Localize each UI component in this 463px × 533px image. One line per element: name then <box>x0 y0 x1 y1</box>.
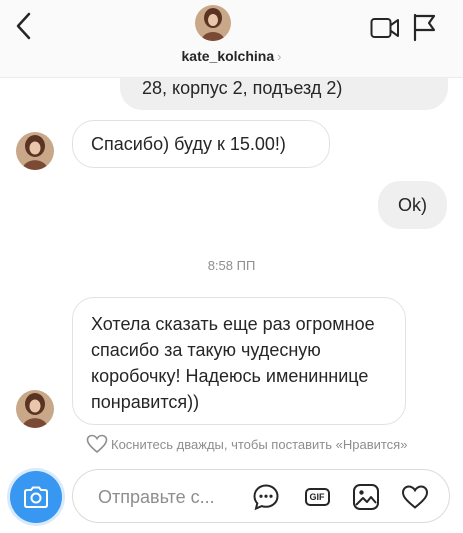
like-button[interactable] <box>400 481 430 513</box>
more-options-button[interactable] <box>251 481 281 513</box>
camera-icon <box>24 486 48 508</box>
heart-outline-icon <box>86 434 108 454</box>
sender-avatar[interactable] <box>16 132 54 170</box>
incoming-message[interactable]: Спасибо) буду к 15.00!) <box>72 120 330 168</box>
report-flag-button[interactable] <box>411 12 437 42</box>
username-link[interactable]: kate_kolchina › <box>0 48 463 64</box>
message-thread[interactable]: 28, корпус 2, подъезд 2) Спасибо) буду к… <box>0 78 463 455</box>
message-text: Ok) <box>398 195 427 215</box>
username: kate_kolchina <box>181 48 275 64</box>
outgoing-message[interactable]: 28, корпус 2, подъезд 2) <box>120 78 448 110</box>
like-hint-text: Коснитесь дважды, чтобы поставить «Нрави… <box>111 436 408 452</box>
heart-icon <box>401 485 429 509</box>
message-input[interactable] <box>98 483 248 511</box>
back-button[interactable] <box>10 10 38 42</box>
more-icon <box>253 484 279 511</box>
outgoing-message[interactable]: Ok) <box>378 181 447 229</box>
message-text: Хотела сказать еще раз огромное спасибо … <box>91 314 375 412</box>
chat-header: kate_kolchina › <box>0 0 463 78</box>
gif-icon: GIF <box>304 488 330 506</box>
message-text: Спасибо) буду к 15.00!) <box>91 134 286 154</box>
message-timestamp: 8:58 ПП <box>207 258 256 273</box>
sender-avatar[interactable] <box>16 390 54 428</box>
camera-button[interactable] <box>10 471 62 523</box>
flag-icon <box>413 13 436 42</box>
message-composer: GIF <box>72 469 450 523</box>
image-picker-button[interactable] <box>351 481 381 513</box>
incoming-message[interactable]: Хотела сказать еще раз огромное спасибо … <box>72 297 406 425</box>
video-call-icon <box>370 18 399 38</box>
header-avatar[interactable] <box>195 5 231 41</box>
image-icon <box>353 484 379 510</box>
gif-button[interactable]: GIF <box>302 481 332 513</box>
message-text: 28, корпус 2, подъезд 2) <box>142 78 343 98</box>
chevron-right-icon: › <box>277 49 282 64</box>
double-tap-like-hint: Коснитесь дважды, чтобы поставить «Нрави… <box>86 434 407 454</box>
video-call-button[interactable] <box>370 15 400 41</box>
chevron-left-icon <box>16 12 31 40</box>
